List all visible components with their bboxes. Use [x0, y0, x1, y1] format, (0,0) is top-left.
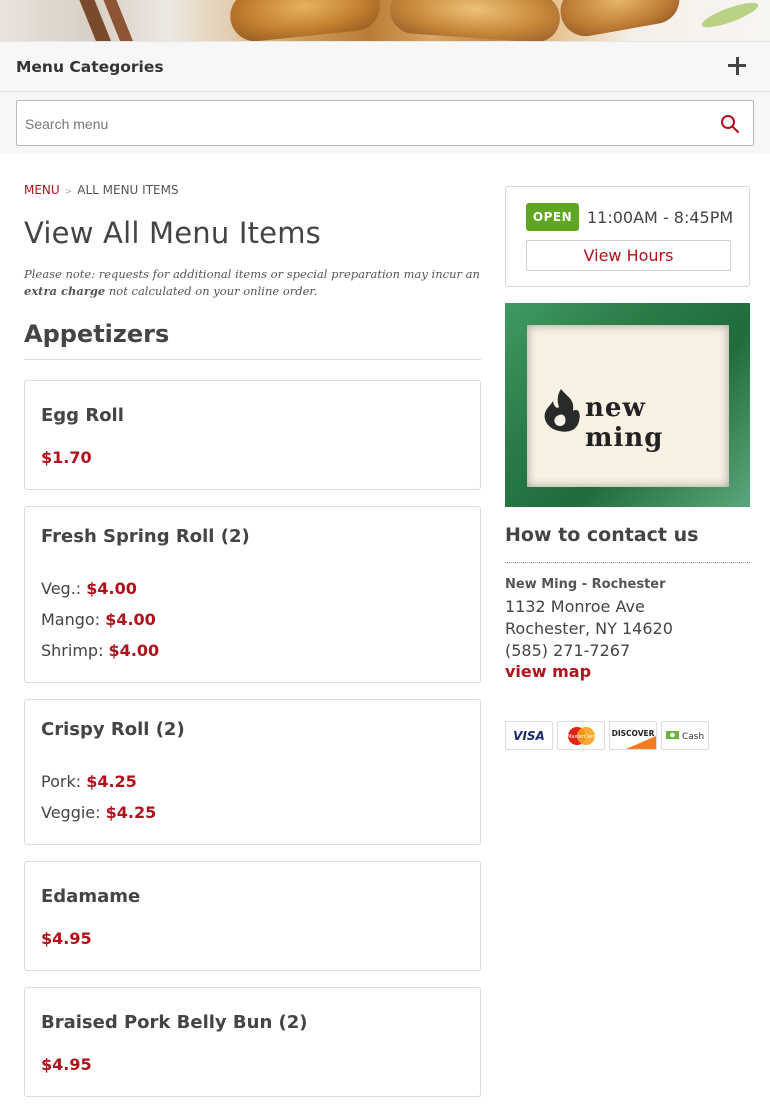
mastercard-icon: MasterCard	[557, 721, 605, 750]
menu-item-name: Crispy Roll (2)	[41, 719, 185, 740]
breadcrumb-current: ALL MENU ITEMS	[77, 183, 179, 197]
chevron-right-icon: >	[64, 187, 73, 197]
cash-logo-graphic: Cash	[666, 731, 704, 742]
menu-item-option: Shrimp: $4.00	[41, 641, 159, 660]
menu-item-price: $4.95	[41, 929, 92, 948]
option-price: $4.25	[86, 772, 137, 791]
section-divider	[24, 359, 481, 360]
breadcrumb-menu-link[interactable]: MENU	[24, 183, 60, 197]
option-label: Pork:	[41, 772, 82, 791]
spring-roll-graphic	[388, 0, 562, 41]
hero-banner-image	[0, 0, 770, 41]
open-status-badge: OPEN	[526, 203, 579, 231]
view-map-link[interactable]: view map	[505, 662, 591, 681]
address-street: 1132 Monroe Ave	[505, 597, 645, 616]
menu-categories-title: Menu Categories	[16, 58, 164, 76]
menu-item-option: Pork: $4.25	[41, 772, 137, 791]
hours-panel: OPEN 11:00AM - 8:45PM View Hours	[505, 186, 750, 287]
cash-icon: Cash	[661, 721, 709, 750]
plus-icon[interactable]	[728, 56, 748, 76]
mastercard-logo-graphic: MasterCard	[567, 727, 597, 745]
menu-item-option: Mango: $4.00	[41, 610, 156, 629]
garnish-graphic	[699, 0, 761, 32]
business-name: New Ming - Rochester	[505, 577, 666, 592]
section-title-appetizers: Appetizers	[24, 320, 170, 348]
search-section	[0, 92, 770, 154]
preparation-note: Please note: requests for additional ite…	[24, 266, 484, 300]
visa-icon: VISA	[505, 721, 553, 750]
menu-item-card[interactable]: Edamame $4.95	[24, 861, 481, 971]
option-label: Veggie:	[41, 803, 101, 822]
phone-number[interactable]: (585) 271-7267	[505, 641, 630, 660]
menu-item-card[interactable]: Egg Roll $1.70	[24, 380, 481, 490]
note-text-end: not calculated on your online order.	[105, 284, 318, 298]
discover-logo-graphic: DISCOVER	[612, 729, 656, 749]
menu-item-price: $4.95	[41, 1055, 92, 1074]
visa-label: VISA	[513, 729, 545, 743]
hours-range: 11:00AM - 8:45PM	[587, 208, 734, 227]
option-label: Mango:	[41, 610, 101, 629]
view-hours-button[interactable]: View Hours	[526, 240, 731, 271]
menu-item-card[interactable]: Fresh Spring Roll (2) Veg.: $4.00 Mango:…	[24, 506, 481, 683]
cash-label: Cash	[682, 732, 704, 742]
discover-icon: DISCOVER	[609, 721, 657, 750]
menu-item-name: Fresh Spring Roll (2)	[41, 526, 250, 547]
breadcrumb: MENU > ALL MENU ITEMS	[24, 183, 179, 197]
option-label: Shrimp:	[41, 641, 104, 660]
menu-item-price: $1.70	[41, 448, 92, 467]
contact-heading: How to contact us	[505, 524, 699, 546]
option-price: $4.00	[105, 610, 156, 629]
contact-divider	[505, 562, 750, 563]
flame-icon	[544, 389, 580, 432]
spring-roll-graphic	[556, 0, 684, 41]
note-text: Please note: requests for additional ite…	[24, 267, 480, 281]
option-price: $4.00	[86, 579, 137, 598]
restaurant-logo: new ming	[505, 303, 750, 507]
note-emphasis: extra charge	[24, 284, 106, 298]
page-title: View All Menu Items	[24, 216, 321, 250]
menu-item-name: Braised Pork Belly Bun (2)	[41, 1012, 308, 1033]
menu-item-name: Edamame	[41, 886, 141, 907]
search-input[interactable]	[25, 113, 705, 135]
search-icon[interactable]	[720, 114, 740, 134]
menu-item-option: Veggie: $4.25	[41, 803, 156, 822]
option-price: $4.00	[108, 641, 160, 660]
spring-roll-graphic	[227, 0, 383, 41]
visa-logo-graphic: VISA	[513, 729, 545, 743]
option-label: Veg.:	[41, 579, 82, 598]
discover-label: DISCOVER	[612, 729, 655, 738]
menu-item-card[interactable]: Crispy Roll (2) Pork: $4.25 Veggie: $4.2…	[24, 699, 481, 845]
menu-categories-bar[interactable]: Menu Categories	[0, 41, 770, 92]
mastercard-label: MasterCard	[567, 734, 597, 740]
menu-item-option: Veg.: $4.00	[41, 579, 137, 598]
menu-item-name: Egg Roll	[41, 405, 124, 426]
logo-text: new ming	[585, 393, 664, 453]
search-box	[16, 100, 754, 146]
menu-item-card[interactable]: Braised Pork Belly Bun (2) $4.95	[24, 987, 481, 1097]
address-city: Rochester, NY 14620	[505, 619, 673, 638]
logo-panel: new ming	[527, 325, 729, 487]
option-price: $4.25	[105, 803, 157, 822]
